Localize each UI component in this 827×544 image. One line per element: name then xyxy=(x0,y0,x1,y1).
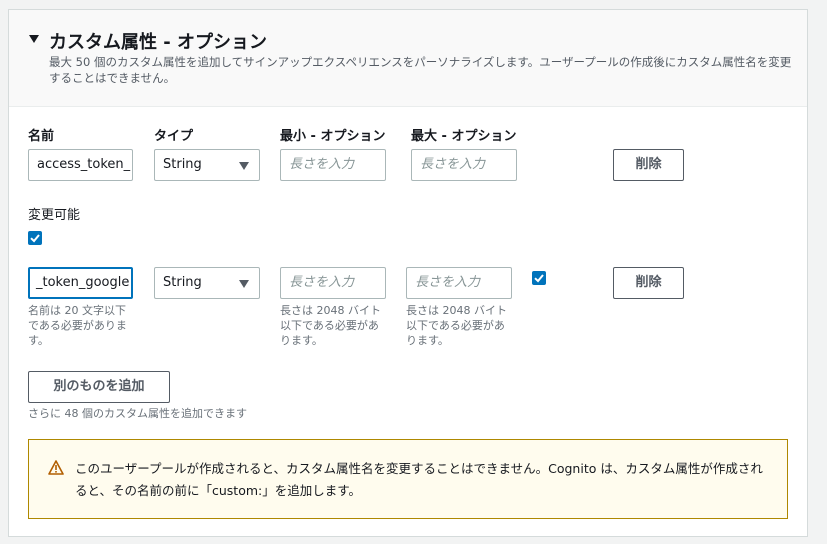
alert-text: このユーザープールが作成されると、カスタム属性名を変更することはできません。Co… xyxy=(75,461,763,498)
column-name-label: 名前 xyxy=(28,129,55,144)
remaining-count-text: さらに 48 個のカスタム属性を追加できます xyxy=(28,407,247,420)
attribute-type-value: String xyxy=(163,275,202,290)
caret-down-icon[interactable] xyxy=(29,35,39,43)
max-length-input[interactable]: 長さを入力 xyxy=(406,267,512,299)
delete-button[interactable]: 削除 xyxy=(613,267,684,299)
min-length-input[interactable]: 長さを入力 xyxy=(280,149,386,181)
section-title: カスタム属性 - オプション xyxy=(49,32,268,53)
attribute-name-input[interactable]: _token_google xyxy=(28,267,133,299)
attribute-type-value: String xyxy=(163,157,202,172)
attribute-name-input[interactable]: access_token_ xyxy=(28,149,133,181)
attribute-type-select[interactable]: String xyxy=(154,149,260,181)
panel-header[interactable]: カスタム属性 - オプション 最大 50 個のカスタム属性を追加してサインアップ… xyxy=(9,10,807,107)
name-length-hint: 名前は 20 文字以下である必要があります。 xyxy=(28,304,127,347)
min-length-input[interactable]: 長さを入力 xyxy=(280,267,386,299)
column-max-label: 最大 - オプション xyxy=(411,129,517,144)
column-min-label: 最小 - オプション xyxy=(280,129,386,144)
min-length-hint: 長さは 2048 バイト以下である必要があります。 xyxy=(280,304,381,347)
column-type-label: タイプ xyxy=(154,129,194,144)
mutable-checkbox[interactable] xyxy=(532,271,546,285)
add-another-button[interactable]: 別のものを追加 xyxy=(28,371,170,403)
check-icon xyxy=(534,274,544,283)
chevron-down-icon xyxy=(239,280,249,288)
max-length-hint: 長さは 2048 バイト以下である必要があります。 xyxy=(406,304,507,347)
check-icon xyxy=(30,234,40,243)
warning-alert: このユーザープールが作成されると、カスタム属性名を変更することはできません。Co… xyxy=(28,439,788,519)
warning-icon xyxy=(48,460,64,475)
mutable-checkbox[interactable] xyxy=(28,231,42,245)
mutable-label: 変更可能 xyxy=(28,208,81,223)
delete-button[interactable]: 削除 xyxy=(613,149,684,181)
section-description: 最大 50 個のカスタム属性を追加してサインアップエクスペリエンスをパーソナライ… xyxy=(49,55,792,85)
max-length-input[interactable]: 長さを入力 xyxy=(411,149,517,181)
attribute-type-select[interactable]: String xyxy=(154,267,260,299)
chevron-down-icon xyxy=(239,162,249,170)
